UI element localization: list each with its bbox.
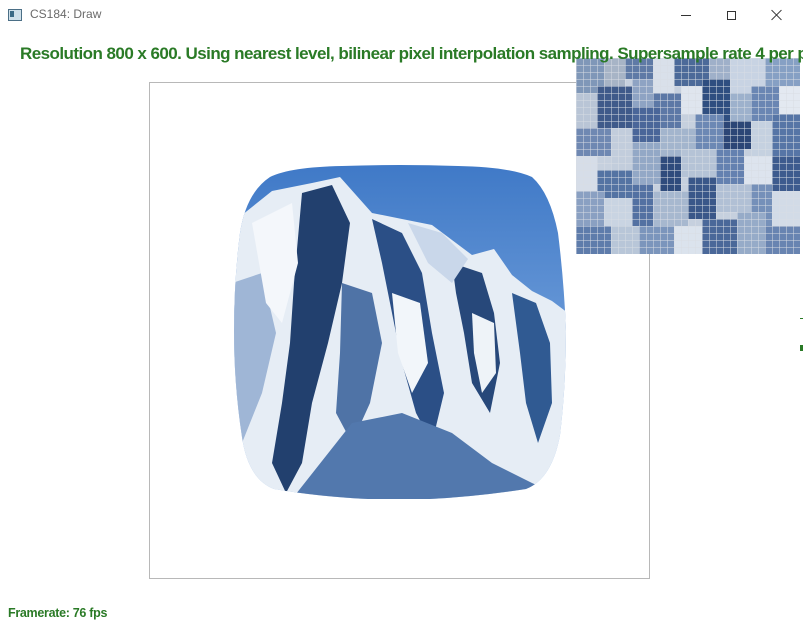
app-window: CS184: Draw Resolution 800 x 600. Using … [0, 0, 803, 624]
pixel-inspector-zoom [576, 58, 800, 254]
maximize-icon [726, 10, 736, 20]
maximize-button[interactable] [708, 0, 754, 30]
mountain-texture-render[interactable] [232, 163, 568, 499]
framerate-text: Framerate: 76 fps [8, 606, 108, 620]
close-icon [771, 9, 783, 21]
minimize-button[interactable] [663, 0, 709, 30]
app-window-icon [8, 9, 22, 21]
close-button[interactable] [754, 0, 800, 30]
minimize-icon [681, 14, 691, 16]
window-title: CS184: Draw [30, 7, 102, 21]
status-text: Resolution 800 x 600. Using nearest leve… [20, 44, 803, 63]
title-bar[interactable]: CS184: Draw [0, 0, 803, 30]
